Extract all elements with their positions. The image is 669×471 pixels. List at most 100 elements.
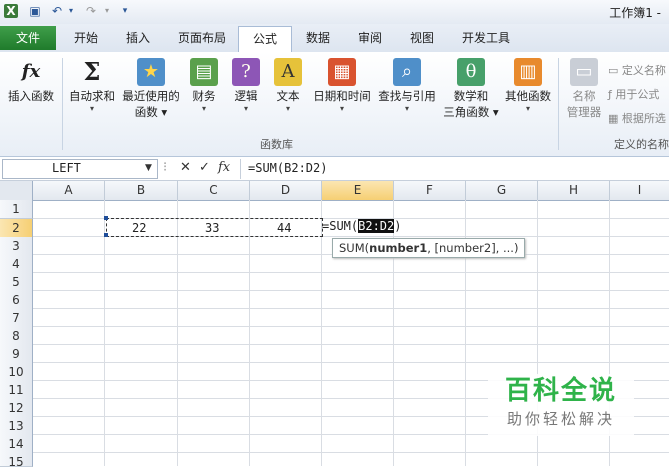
recently-used-label2: 函数 ▾: [134, 105, 168, 119]
tooltip-current-arg: number1: [369, 241, 428, 255]
cell-d2[interactable]: 44: [277, 219, 291, 237]
date-time-label: 日期和时间: [313, 89, 371, 103]
row-header-15[interactable]: 15: [0, 453, 33, 469]
undo-icon[interactable]: ↶: [50, 4, 64, 18]
math-trig-label2: 三角函数 ▾: [443, 105, 499, 119]
date-time-button[interactable]: ▦ 日期和时间 ▾: [310, 58, 374, 114]
row-header-2[interactable]: 2: [0, 219, 33, 238]
row-header-4[interactable]: 4: [0, 255, 33, 274]
edit-suffix: ): [394, 219, 402, 233]
redo-dropdown-icon[interactable]: ▾: [100, 4, 114, 18]
define-name-button[interactable]: ▭ 定义名称: [608, 62, 666, 78]
tab-page-layout[interactable]: 页面布局: [176, 28, 228, 48]
tooltip-function: SUM(: [339, 241, 370, 255]
tab-file[interactable]: 文件: [0, 26, 56, 50]
save-icon[interactable]: ▣: [28, 4, 42, 18]
edit-highlighted-range: B2:D2: [358, 219, 395, 233]
row-header-9[interactable]: 9: [0, 345, 33, 364]
tab-developer[interactable]: 开发工具: [460, 28, 512, 48]
books-icon: ▥: [514, 58, 542, 86]
column-header-a[interactable]: A: [33, 181, 105, 200]
select-all-corner[interactable]: [0, 181, 33, 200]
column-header-f[interactable]: F: [394, 181, 466, 200]
logical-button[interactable]: ? 逻辑 ▾: [230, 58, 262, 114]
cell-b2[interactable]: 22: [132, 219, 146, 237]
tab-review[interactable]: 审阅: [356, 28, 384, 48]
column-header-d[interactable]: D: [250, 181, 322, 200]
row-header-14[interactable]: 14: [0, 435, 33, 454]
row-header-5[interactable]: 5: [0, 273, 33, 292]
row-header-12[interactable]: 12: [0, 399, 33, 418]
tab-view[interactable]: 视图: [408, 28, 436, 48]
row-header-7[interactable]: 7: [0, 309, 33, 328]
gridline: [33, 452, 669, 453]
theta-book-icon: θ: [457, 58, 485, 86]
row-header-6[interactable]: 6: [0, 291, 33, 310]
define-name-label: 定义名称: [621, 64, 666, 77]
use-in-formula-button[interactable]: ƒ 用于公式: [608, 86, 659, 102]
name-manager-label: 名称: [572, 89, 596, 103]
tab-home[interactable]: 开始: [72, 28, 100, 48]
cancel-icon[interactable]: ✕: [180, 160, 191, 175]
window-title: 工作簿1 -: [609, 6, 661, 20]
create-from-selection-button[interactable]: ▦ 根据所选: [608, 110, 666, 126]
insert-function-button[interactable]: fx 插入函数: [4, 58, 58, 104]
text-book-icon: A: [274, 58, 302, 86]
gridline: [249, 200, 250, 466]
edit-prefix: =SUM(: [322, 219, 359, 233]
defined-names-group-label: 定义的名称: [614, 138, 669, 151]
name-box-dropdown-icon[interactable]: ▼: [145, 163, 152, 173]
watermark-title: 百科全说: [504, 376, 617, 406]
autosum-label: 自动求和: [69, 89, 115, 103]
row-header-8[interactable]: 8: [0, 327, 33, 346]
redo-icon[interactable]: ↷: [84, 4, 98, 18]
magnifier-book-icon: ⌕: [393, 58, 421, 86]
column-header-b[interactable]: B: [105, 181, 178, 200]
row-header-1[interactable]: 1: [0, 200, 33, 219]
lookup-reference-button[interactable]: ⌕ 查找与引用 ▾: [376, 58, 438, 114]
column-header-e[interactable]: E: [322, 181, 394, 200]
chevron-down-icon: ▾: [243, 104, 248, 113]
recently-used-label: 最近使用的: [122, 89, 180, 103]
column-header-g[interactable]: G: [466, 181, 538, 200]
name-manager-label2: 管理器: [566, 105, 602, 119]
gridline: [33, 362, 669, 363]
undo-dropdown-icon[interactable]: ▾: [64, 4, 78, 18]
customize-quick-access-icon[interactable]: ▾: [118, 4, 132, 18]
chevron-down-icon: ▾: [285, 104, 290, 113]
name-manager-button[interactable]: ▭ 名称 管理器: [562, 58, 606, 120]
tooltip-rest-args: , [number2], ...): [427, 241, 519, 255]
tab-data[interactable]: 数据: [304, 28, 332, 48]
cell-e2-editor[interactable]: =SUM(B2:D2): [322, 219, 401, 233]
math-trig-button[interactable]: θ 数学和 三角函数 ▾: [440, 58, 502, 120]
financial-label: 财务: [192, 89, 216, 103]
function-argument-tooltip[interactable]: SUM(number1, [number2], ...): [332, 238, 526, 258]
gridline: [177, 200, 178, 466]
column-header-i[interactable]: I: [610, 181, 669, 200]
more-functions-button[interactable]: ▥ 其他函数 ▾: [502, 58, 554, 114]
text-button[interactable]: A 文本 ▾: [272, 58, 304, 114]
autosum-button[interactable]: Σ 自动求和 ▾: [66, 58, 118, 114]
enter-check-icon[interactable]: ✓: [199, 160, 210, 175]
chevron-down-icon: ▾: [339, 104, 344, 113]
tab-formulas[interactable]: 公式: [238, 26, 292, 53]
formula-input[interactable]: =SUM(B2:D2): [248, 161, 327, 175]
row-header-11[interactable]: 11: [0, 381, 33, 400]
row-header-10[interactable]: 10: [0, 363, 33, 382]
column-header-h[interactable]: H: [538, 181, 610, 200]
recently-used-button[interactable]: ★ 最近使用的 函数 ▾: [120, 58, 182, 120]
row-header-3[interactable]: 3: [0, 237, 33, 256]
star-book-icon: ★: [137, 58, 165, 86]
insert-function-icon[interactable]: fx: [218, 160, 230, 175]
row-header-13[interactable]: 13: [0, 417, 33, 436]
lookup-reference-label: 查找与引用: [378, 89, 436, 103]
create-from-selection-label: 根据所选: [621, 112, 666, 125]
cell-c2[interactable]: 33: [205, 219, 219, 237]
range-handle[interactable]: [104, 233, 108, 237]
range-handle[interactable]: [104, 216, 108, 220]
gridline: [33, 308, 669, 309]
fx-small-icon: ƒ: [608, 88, 612, 101]
tab-insert[interactable]: 插入: [124, 28, 152, 48]
financial-button[interactable]: ▤ 财务 ▾: [188, 58, 220, 114]
column-header-c[interactable]: C: [178, 181, 250, 200]
